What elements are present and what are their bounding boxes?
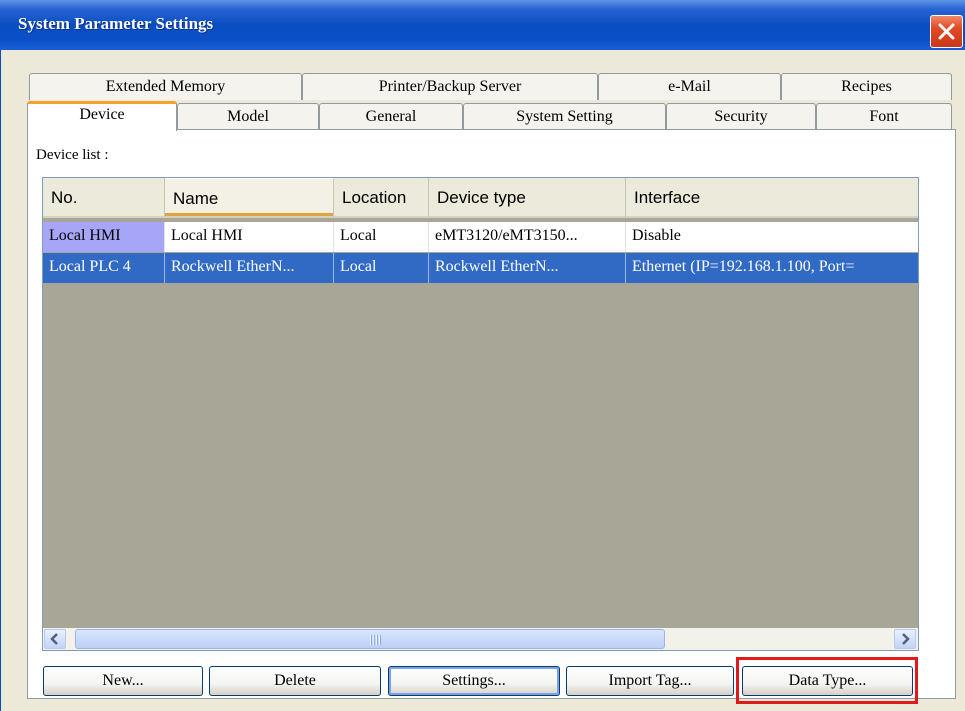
close-icon — [938, 23, 955, 40]
cell-no: Local HMI — [43, 222, 165, 252]
cell-name: Local HMI — [165, 222, 334, 252]
tab-system-setting[interactable]: System Setting — [463, 103, 666, 130]
tab-font[interactable]: Font — [816, 103, 952, 130]
title-bar[interactable]: System Parameter Settings — [0, 0, 965, 50]
tab-extended-memory[interactable]: Extended Memory — [29, 73, 302, 100]
device-list-label: Device list : — [36, 147, 109, 163]
cell-location: Local — [334, 253, 429, 283]
device-list[interactable]: No. Name Location Device type Interface … — [42, 177, 919, 651]
horizontal-scrollbar[interactable] — [43, 628, 918, 650]
grip-icon — [370, 635, 382, 645]
tab-device[interactable]: Device — [27, 101, 177, 131]
tab-recipes[interactable]: Recipes — [781, 73, 952, 100]
column-header-location[interactable]: Location — [334, 178, 429, 218]
cell-interface: Disable — [626, 222, 918, 252]
tab-e-mail[interactable]: e-Mail — [598, 73, 781, 100]
settings-button[interactable]: Settings... — [388, 666, 560, 696]
scroll-thumb[interactable] — [75, 629, 665, 649]
tab-printer-backup-server[interactable]: Printer/Backup Server — [302, 73, 598, 100]
cell-no: Local PLC 4 — [43, 253, 165, 283]
import-tag-button[interactable]: Import Tag... — [566, 666, 734, 696]
chevron-right-icon — [902, 633, 910, 645]
column-header-name[interactable]: Name — [165, 178, 334, 218]
tab-model[interactable]: Model — [177, 103, 319, 130]
tab-security[interactable]: Security — [666, 103, 816, 130]
cell-device-type: Rockwell EtherN... — [429, 253, 626, 283]
scroll-right-button[interactable] — [894, 629, 916, 649]
column-header-interface[interactable]: Interface — [626, 178, 918, 218]
tab-general[interactable]: General — [319, 103, 463, 130]
cell-device-type: eMT3120/eMT3150... — [429, 222, 626, 252]
cell-location: Local — [334, 222, 429, 252]
close-button[interactable] — [930, 15, 963, 48]
scroll-left-button[interactable] — [44, 629, 66, 649]
column-header-no[interactable]: No. — [43, 178, 165, 218]
new-button[interactable]: New... — [43, 666, 203, 696]
cell-interface: Ethernet (IP=192.168.1.100, Port= — [626, 253, 918, 283]
chevron-left-icon — [50, 633, 58, 645]
delete-button[interactable]: Delete — [209, 666, 381, 696]
column-header-device-type[interactable]: Device type — [429, 178, 626, 218]
window-title: System Parameter Settings — [18, 14, 214, 33]
data-type-button[interactable]: Data Type... — [742, 666, 913, 696]
system-parameter-settings-window: System Parameter Settings Extended Memor… — [0, 0, 965, 711]
cell-name: Rockwell EtherN... — [165, 253, 334, 283]
